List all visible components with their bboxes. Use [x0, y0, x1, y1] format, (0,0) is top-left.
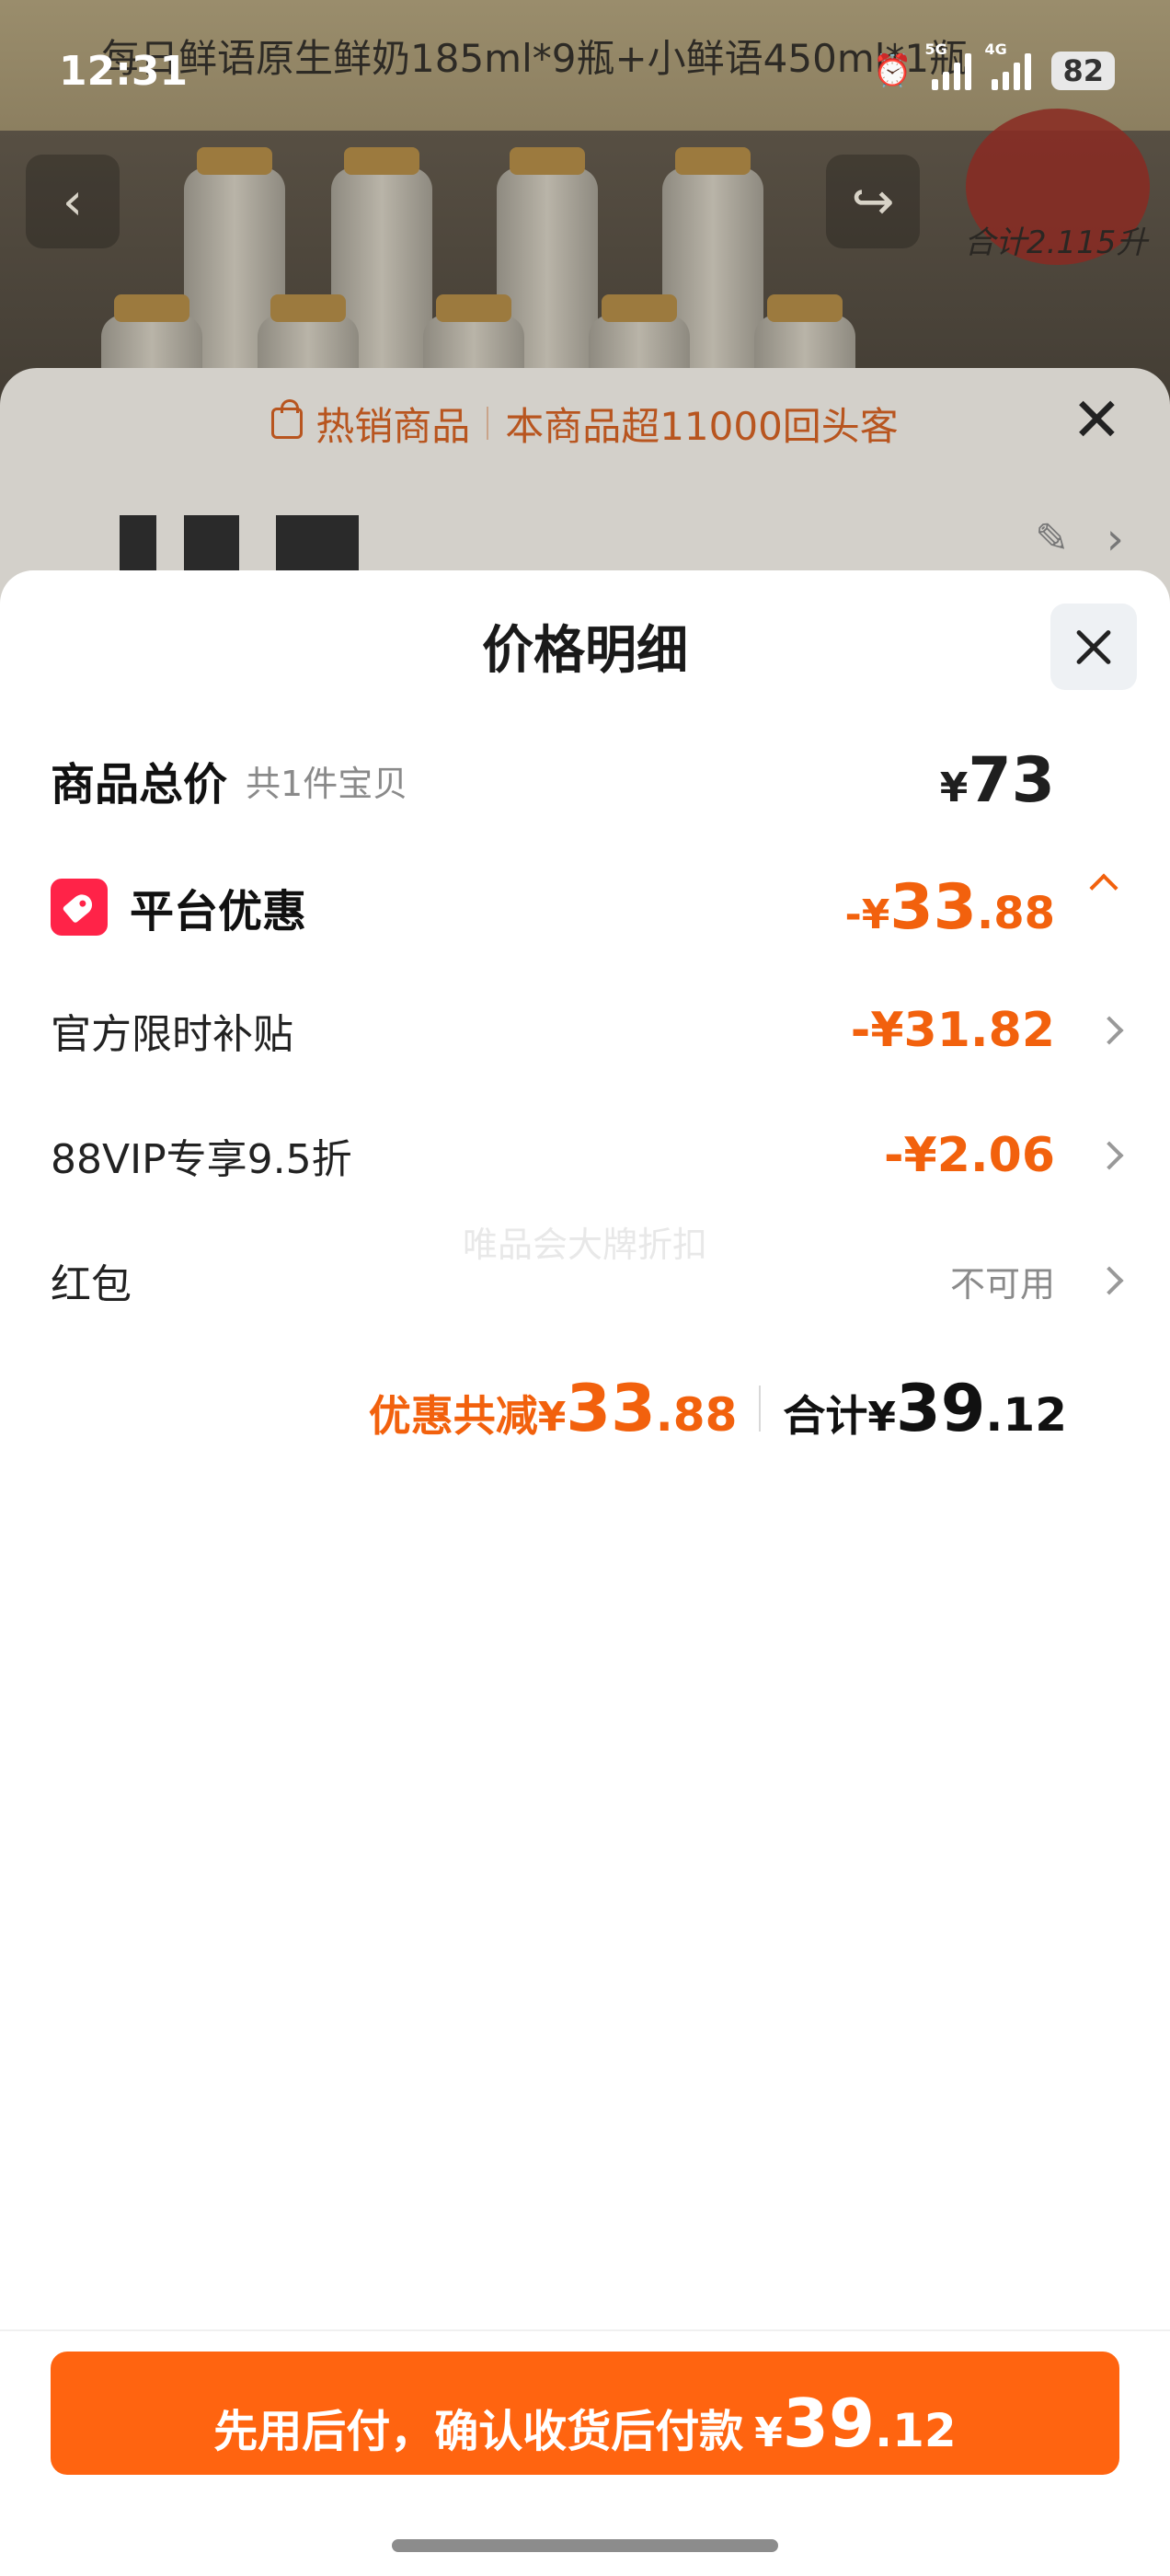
- alarm-icon: ⏰: [873, 52, 912, 89]
- status-icons: ⏰ 5G 4G 82: [873, 40, 1115, 90]
- subsidy-label: 官方限时补贴: [51, 1011, 293, 1058]
- chevron-right-icon[interactable]: ›: [1107, 513, 1124, 565]
- hot-sale-label: 热销商品: [315, 403, 471, 449]
- goods-total-value: ¥ 73: [939, 743, 1055, 817]
- grand-total-int: 39: [896, 1371, 986, 1446]
- back-button[interactable]: ‹: [26, 155, 120, 248]
- status-time: 12:31: [59, 48, 189, 95]
- discount-total-dec: .88: [655, 1388, 738, 1442]
- discount-currency: ¥: [537, 1394, 567, 1441]
- platform-discount-value: -¥ 33 .88: [844, 870, 1055, 944]
- grand-total-currency: ¥: [867, 1394, 896, 1441]
- chevron-up-icon[interactable]: [1089, 873, 1118, 903]
- grand-total-label: 合计: [783, 1391, 868, 1441]
- pay-button-label: 先用后付，确认收货后付款: [213, 2406, 744, 2457]
- vip-discount-row[interactable]: 88VIP专享9.5折 -¥2.06: [51, 1119, 1124, 1192]
- product-title: 每日鲜语原生鲜奶185ml*9瓶+小鲜语450ml*1瓶: [101, 36, 969, 81]
- goods-total-label: 商品总价: [51, 759, 228, 811]
- chevron-right-icon: [1095, 1141, 1124, 1170]
- pay-button-int: 39: [782, 2385, 876, 2462]
- address-redacted: [120, 515, 156, 570]
- pay-later-button[interactable]: 先用后付，确认收货后付款 ¥ 39 .12: [51, 2352, 1119, 2475]
- sheet-title: 价格明细: [482, 621, 688, 681]
- hot-sale-banner: 热销商品 本商品超11000回头客: [0, 368, 1170, 478]
- shopping-bag-icon: [271, 399, 304, 439]
- share-button[interactable]: ↪: [826, 155, 920, 248]
- signal-4g-icon: 4G: [984, 40, 1032, 90]
- pay-button-currency: ¥: [754, 2409, 783, 2456]
- edit-pencil-icon[interactable]: ✎: [1035, 515, 1069, 562]
- platform-discount-label: 平台优惠: [130, 886, 307, 937]
- address-redacted: [184, 515, 239, 570]
- home-indicator[interactable]: [392, 2539, 778, 2552]
- chevron-right-icon: [1095, 1266, 1124, 1295]
- address-redacted: [276, 515, 359, 570]
- signal-5g-icon: 5G: [924, 40, 972, 90]
- grand-total-dec: .12: [985, 1388, 1067, 1442]
- goods-count: 共1件宝贝: [246, 763, 408, 804]
- close-button[interactable]: [1050, 604, 1137, 690]
- vip-discount-label: 88VIP专享9.5折: [51, 1136, 352, 1183]
- summary-divider: [759, 1386, 762, 1432]
- discount-total-int: 33: [566, 1371, 656, 1446]
- subsidy-value: -¥31.82: [850, 1003, 1055, 1058]
- status-bar: 每日鲜语原生鲜奶185ml*9瓶+小鲜语450ml*1瓶 12:31 ⏰ 5G …: [0, 0, 1170, 131]
- hot-sale-text: 本商品超11000回头客: [505, 403, 899, 449]
- pay-button-dec: .12: [875, 2404, 957, 2457]
- battery-indicator: 82: [1051, 52, 1115, 90]
- goods-total-row: 商品总价 共1件宝贝 ¥ 73: [51, 743, 1119, 817]
- discount-total-label: 优惠共减: [368, 1391, 538, 1441]
- subsidy-row[interactable]: 官方限时补贴 -¥31.82: [51, 994, 1124, 1067]
- footer-divider: [0, 2329, 1170, 2331]
- red-packet-label: 红包: [51, 1261, 132, 1308]
- vip-discount-value: -¥2.06: [883, 1128, 1055, 1183]
- promo-total-text: 合计2.115升: [964, 224, 1148, 261]
- chevron-right-icon: [1095, 1016, 1124, 1045]
- platform-discount-row[interactable]: 平台优惠 -¥ 33 .88: [51, 870, 1119, 944]
- order-sheet-close-icon[interactable]: ✕: [1072, 390, 1122, 451]
- red-packet-value: 不可用: [949, 1263, 1055, 1305]
- price-summary: 优惠共减 ¥ 33 .88 合计 ¥ 39 .12: [369, 1371, 1067, 1446]
- red-packet-row[interactable]: 红包 不可用: [51, 1244, 1124, 1317]
- coupon-tag-icon: [51, 879, 108, 936]
